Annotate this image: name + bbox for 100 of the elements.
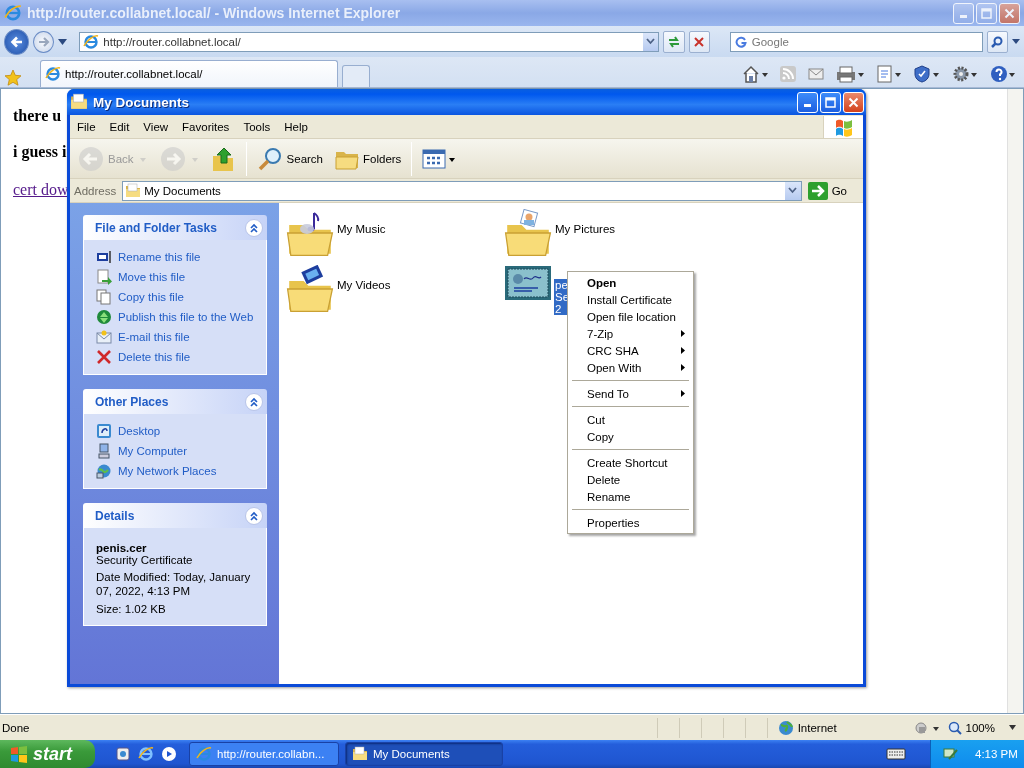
page-heading: there u	[13, 107, 62, 125]
go-icon	[807, 181, 828, 200]
task-link[interactable]: E-mail this file	[96, 329, 256, 345]
menu-item[interactable]: CRC SHA	[570, 342, 691, 359]
chevron-icon	[249, 396, 259, 407]
back-icon	[78, 145, 104, 172]
up-folder-icon	[211, 145, 236, 172]
menu-item[interactable]: Tools	[236, 120, 278, 133]
menu-item[interactable]: File	[70, 120, 103, 133]
back-button[interactable]	[4, 28, 30, 55]
menu-item[interactable]: View	[136, 120, 176, 133]
start-button[interactable]: start	[0, 740, 95, 768]
windows-logo-icon	[10, 745, 28, 763]
address-field[interactable]: http://router.collabnet.local/	[79, 31, 660, 52]
certificate-icon	[504, 265, 552, 301]
search-button[interactable]	[986, 30, 1008, 53]
desktop-icon	[96, 423, 112, 439]
refresh-button[interactable]	[663, 30, 685, 53]
menu-item[interactable]: Edit	[102, 120, 137, 133]
browser-logo-icon[interactable]	[138, 746, 154, 762]
maximize-button[interactable]	[820, 91, 841, 113]
home-icon[interactable]	[742, 64, 768, 83]
menu-item[interactable]: Help	[277, 120, 315, 133]
address-dropdown-button[interactable]	[784, 181, 801, 200]
collapse-button[interactable]	[245, 506, 263, 525]
go-button[interactable]: Go	[805, 181, 861, 200]
file-label[interactable]: My Music	[336, 223, 387, 235]
forward-button[interactable]	[33, 30, 55, 53]
close-icon	[848, 96, 859, 108]
menu-item[interactable]: Create Shortcut	[570, 454, 691, 471]
gear-icon[interactable]	[952, 64, 978, 83]
taskbar-button[interactable]: http://router.collabn...	[189, 742, 339, 766]
scrollbar[interactable]	[1007, 89, 1023, 713]
download-link[interactable]: cert dow	[13, 181, 69, 199]
page-icon[interactable]	[876, 64, 902, 83]
menu-item[interactable]: Open file location	[570, 308, 691, 325]
dropdown-arrow-icon[interactable]	[58, 38, 68, 45]
taskbar-button[interactable]: My Documents	[345, 742, 503, 766]
printer-icon[interactable]	[836, 64, 864, 83]
minimize-button[interactable]	[797, 91, 818, 113]
window-title: http://router.collabnet.local/ - Windows Internet Explorer	[27, 5, 401, 21]
address-field[interactable]: My Documents	[122, 180, 802, 201]
address-dropdown-icon	[788, 186, 798, 195]
menu-item[interactable]: Open	[570, 274, 691, 291]
move-icon	[96, 269, 112, 285]
stop-button[interactable]	[688, 30, 710, 53]
menu-item[interactable]: Cut	[570, 411, 691, 428]
media-player-icon[interactable]	[161, 746, 177, 762]
task-link[interactable]: My Network Places	[96, 463, 256, 479]
menu-item[interactable]: Send To	[570, 385, 691, 402]
menu-item[interactable]: Copy	[570, 428, 691, 445]
keyboard-icon	[886, 747, 906, 761]
network-icon[interactable]	[943, 746, 959, 762]
menu-item[interactable]: Delete	[570, 471, 691, 488]
minimize-icon	[804, 103, 811, 107]
file-name: penis.cer	[96, 542, 148, 554]
dropdown-arrow-icon[interactable]	[1012, 39, 1020, 44]
computer-icon	[96, 443, 112, 459]
star-icon[interactable]	[4, 69, 22, 87]
menu-item[interactable]: Rename	[570, 488, 691, 505]
task-link[interactable]: Delete this file	[96, 349, 256, 365]
refresh-icon	[666, 34, 681, 49]
menu-item[interactable]: Properties	[570, 514, 691, 531]
security-icon[interactable]	[913, 719, 940, 736]
task-link[interactable]: Desktop	[96, 423, 256, 439]
submenu-arrow-icon	[681, 390, 685, 397]
menu-item[interactable]: Open With	[570, 359, 691, 376]
task-link[interactable]: Copy this file	[96, 289, 256, 305]
stop-icon	[693, 35, 706, 48]
help-icon[interactable]	[990, 64, 1016, 83]
folder-icon	[70, 93, 88, 111]
close-button[interactable]	[843, 91, 864, 113]
menu-item[interactable]: 7-Zip	[570, 325, 691, 342]
task-link[interactable]: Move this file	[96, 269, 256, 285]
folders-button[interactable]: Folders	[331, 142, 406, 175]
quick-launch-icon[interactable]	[115, 746, 131, 762]
submenu-arrow-icon	[681, 364, 685, 371]
file-label[interactable]: My Videos	[336, 279, 392, 291]
google-logo-icon	[734, 35, 747, 48]
menu-item[interactable]: Install Certificate	[570, 291, 691, 308]
collapse-button[interactable]	[245, 218, 263, 237]
collapse-button[interactable]	[245, 392, 263, 411]
menu-item[interactable]: Favorites	[175, 120, 237, 133]
task-link[interactable]: Publish this file to the Web	[96, 309, 256, 325]
task-link[interactable]: My Computer	[96, 443, 256, 459]
browser-tab[interactable]: http://router.collabnet.local/	[40, 60, 338, 87]
file-label[interactable]: My Pictures	[554, 223, 617, 235]
zoom-button[interactable]: 100%	[939, 720, 1024, 735]
forward-icon	[159, 145, 186, 172]
search-button[interactable]: Search	[252, 142, 327, 175]
search-field[interactable]: Google	[729, 31, 983, 52]
address-dropdown-button[interactable]	[643, 32, 659, 51]
close-button[interactable]	[999, 2, 1020, 24]
page-heading: i guess i	[13, 143, 67, 161]
task-link[interactable]: Rename this file	[96, 249, 256, 265]
browser-logo-icon	[45, 66, 61, 82]
copy-icon	[96, 289, 112, 305]
shield-icon[interactable]	[914, 64, 940, 83]
minimize-icon	[960, 14, 967, 18]
delete-icon	[96, 349, 112, 365]
